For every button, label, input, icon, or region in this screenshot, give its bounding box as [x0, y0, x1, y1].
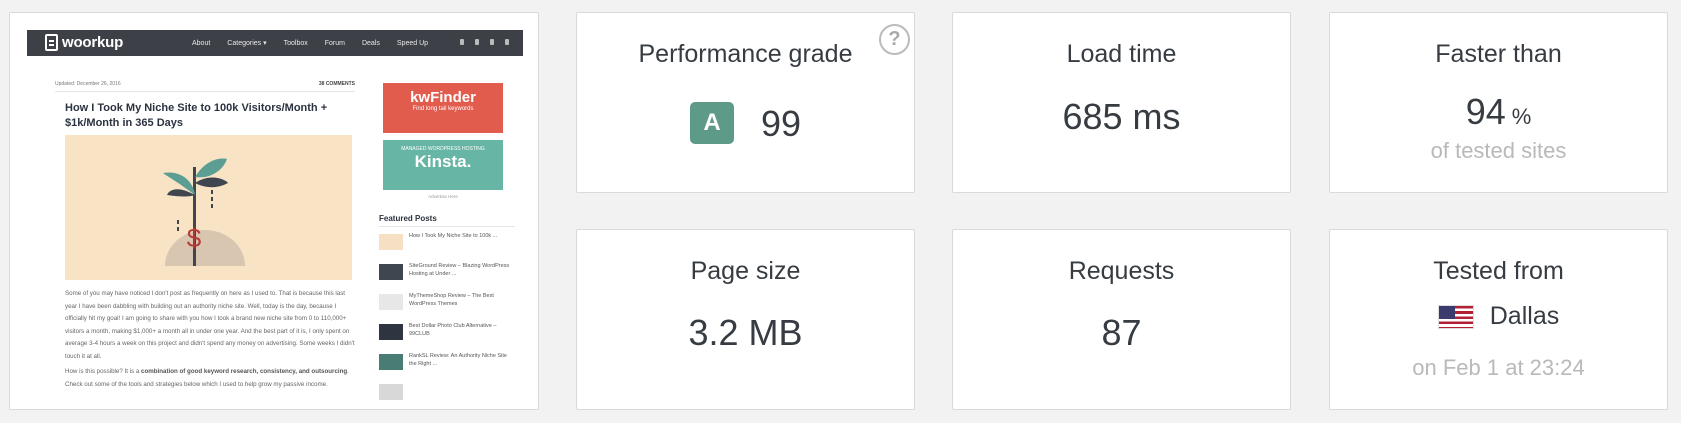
- menu-item: Categories ▾: [227, 40, 267, 47]
- search-icon: [505, 39, 509, 45]
- advertise-link: Advertise Here: [428, 194, 458, 199]
- rss-icon: [490, 39, 494, 45]
- faster-than-sub: of tested sites: [1430, 138, 1567, 163]
- featured-post: RankSL Review: An Authority Niche Site t…: [379, 352, 515, 376]
- divider: [55, 91, 355, 92]
- social-icons: [460, 39, 509, 45]
- featured-post: SiteGround Review – Blazing WordPress Ho…: [379, 262, 515, 286]
- menu-item: Forum: [324, 39, 345, 47]
- page-size-label: Page size: [690, 257, 801, 285]
- clipboard-icon: [45, 34, 58, 51]
- requests-label: Requests: [1068, 257, 1175, 285]
- svg-text:$: $: [187, 223, 202, 253]
- screenshot-logo: woorkup: [45, 34, 123, 51]
- featured-heading: Featured Posts: [379, 214, 437, 223]
- divider: [379, 226, 515, 227]
- hero-illustration: $: [65, 135, 352, 280]
- kwfinder-ad: kwFinder Find long tail keywords: [383, 83, 503, 133]
- us-flag-icon: [1437, 304, 1474, 329]
- menu-item: About: [192, 39, 211, 47]
- post-title: How I Took My Niche Site to 100k Visitor…: [65, 102, 328, 129]
- post-thumbnail: [379, 324, 403, 340]
- featured-post: MyThemeShop Review – The Best WordPress …: [379, 292, 515, 316]
- kinsta-ad: MANAGED WORDPRESS HOSTING Kinsta.: [383, 140, 503, 190]
- tested-from-card: Tested from Dallas on Feb 1 at 23:24: [1329, 229, 1668, 410]
- page-size-card: Page size 3.2 MB: [576, 229, 915, 410]
- paragraph: Some of you may have noticed I don't pos…: [65, 290, 355, 360]
- requests-value: 87: [1101, 312, 1142, 353]
- tested-time: on Feb 1 at 23:24: [1412, 355, 1585, 380]
- post-thumbnail: [379, 354, 403, 370]
- screenshot-menu: About Categories ▾ Toolbox Forum Deals S…: [192, 30, 445, 56]
- load-time-card: Load time 685 ms: [952, 12, 1291, 193]
- facebook-icon: [475, 39, 479, 45]
- performance-score: 99: [761, 103, 802, 144]
- requests-card: Requests 87: [952, 229, 1291, 410]
- twitter-icon: [460, 39, 464, 45]
- post-meta: Updated: December 26, 2016 38 COMMENTS: [55, 81, 355, 87]
- page-screenshot[interactable]: woorkup About Categories ▾ Toolbox Forum…: [9, 12, 539, 410]
- performance-grade-label: Performance grade: [638, 40, 853, 68]
- post-thumbnail: [379, 234, 403, 250]
- tested-from-label: Tested from: [1433, 257, 1564, 285]
- featured-post: How I Took My Niche Site to 100k ...: [379, 232, 515, 256]
- post-body: Some of you may have noticed I don't pos…: [65, 288, 355, 394]
- faster-than-value: 94%: [1465, 91, 1532, 132]
- post-thumbnail: [379, 264, 403, 280]
- load-time-label: Load time: [1066, 40, 1177, 68]
- faster-than-label: Faster than: [1435, 40, 1562, 68]
- menu-item: Speed Up: [396, 39, 429, 47]
- paragraph: How is this possible? It is a combinatio…: [65, 368, 349, 388]
- featured-post: Best Dollar Photo Club Alternative – 99C…: [379, 322, 515, 346]
- screenshot-navbar: woorkup About Categories ▾ Toolbox Forum…: [27, 30, 523, 56]
- city: Dallas: [1489, 302, 1560, 330]
- menu-item: Toolbox: [283, 39, 308, 47]
- featured-post: [379, 382, 515, 406]
- location: Dallas: [1330, 302, 1667, 331]
- post-thumbnail: [379, 384, 403, 400]
- page-size-value: 3.2 MB: [688, 312, 803, 353]
- post-thumbnail: [379, 294, 403, 310]
- help-icon[interactable]: ?: [879, 24, 910, 55]
- performance-grade-card: Performance grade A 99 ?: [576, 12, 915, 193]
- menu-item: Deals: [361, 39, 380, 47]
- faster-than-card: Faster than 94% of tested sites: [1329, 12, 1668, 193]
- load-time-value: 685 ms: [1062, 96, 1181, 137]
- grade-badge: A: [690, 102, 734, 144]
